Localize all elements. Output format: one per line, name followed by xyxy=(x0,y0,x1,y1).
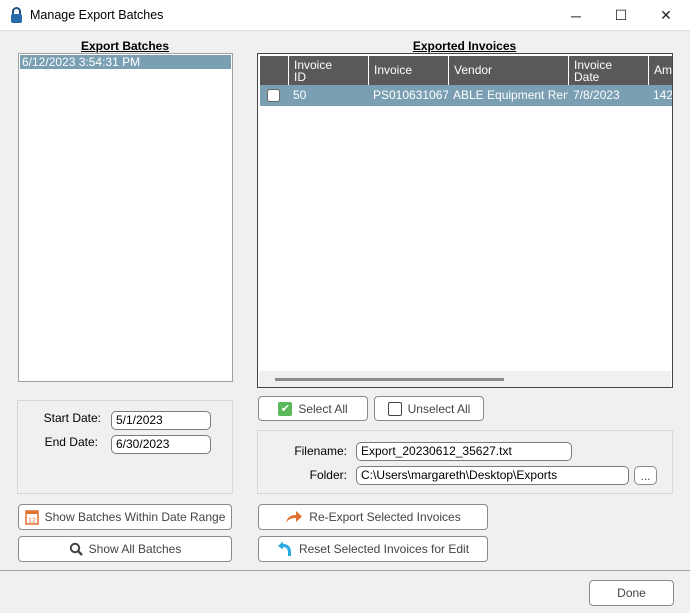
reexport-button[interactable]: Re-Export Selected Invoices xyxy=(258,504,488,530)
lock-icon xyxy=(11,7,22,23)
filename-label: Filename: xyxy=(294,444,347,458)
footer-divider xyxy=(0,570,690,571)
reset-label: Reset Selected Invoices for Edit xyxy=(298,542,470,556)
show-all-label: Show All Batches xyxy=(88,542,182,556)
grid-header: InvoiceID Invoice Vendor InvoiceDate Amo… xyxy=(260,56,672,85)
row-checkbox[interactable] xyxy=(267,89,280,102)
cell-invoice: PS010631067 xyxy=(373,88,448,102)
column-amount[interactable]: Amount xyxy=(648,56,672,85)
column-invoice-id[interactable]: Invoice ID xyxy=(288,56,368,85)
export-batches-header: Export Batches xyxy=(80,39,170,53)
cell-vendor: ABLE Equipment Ren... xyxy=(453,88,568,102)
show-range-label: Show Batches Within Date Range xyxy=(44,510,226,524)
filename-input[interactable]: Export_20230612_35627.txt xyxy=(356,442,572,461)
cell-amount: 1423 xyxy=(653,88,672,102)
folder-label: Folder: xyxy=(309,468,347,482)
select-all-button[interactable]: ✔ Select All xyxy=(258,396,368,421)
unselect-all-button[interactable]: Unselect All xyxy=(374,396,484,421)
svg-text:12: 12 xyxy=(28,518,36,525)
end-date-input[interactable]: 6/30/2023 xyxy=(111,435,211,454)
empty-checkbox-icon xyxy=(387,401,402,416)
forward-arrow-icon xyxy=(286,511,303,523)
start-date-label: Start Date: xyxy=(43,411,101,425)
end-date-label: End Date: xyxy=(44,435,98,449)
select-all-label: Select All xyxy=(298,401,348,416)
unselect-all-label: Unselect All xyxy=(407,401,471,416)
close-button[interactable]: ✕ xyxy=(643,0,689,31)
search-icon xyxy=(69,542,83,556)
batch-item[interactable]: 6/12/2023 3:54:31 PM xyxy=(20,55,231,69)
maximize-button[interactable]: ☐ xyxy=(598,0,644,31)
cell-invoice-id: 50 xyxy=(293,88,307,102)
folder-input[interactable]: C:\Users\margareth\Desktop\Exports xyxy=(356,466,629,485)
reset-button[interactable]: Reset Selected Invoices for Edit xyxy=(258,536,488,562)
title-bar: Manage Export Batches ─ ☐ ✕ xyxy=(0,0,690,31)
show-all-button[interactable]: Show All Batches xyxy=(18,536,232,562)
undo-arrow-icon xyxy=(277,541,291,556)
cell-invoice-date: 7/8/2023 xyxy=(573,88,620,102)
column-invoice[interactable]: Invoice xyxy=(368,56,448,85)
table-row[interactable]: 50 PS010631067 ABLE Equipment Ren... 7/8… xyxy=(260,85,672,106)
show-range-button[interactable]: 12 Show Batches Within Date Range xyxy=(18,504,232,530)
window-title: Manage Export Batches xyxy=(30,8,164,22)
horizontal-scrollbar[interactable] xyxy=(259,371,671,387)
scrollbar-thumb[interactable] xyxy=(275,378,504,381)
invoices-grid[interactable]: InvoiceID Invoice Vendor InvoiceDate Amo… xyxy=(257,53,673,388)
batches-list[interactable]: 6/12/2023 3:54:31 PM xyxy=(18,53,233,382)
browse-folder-button[interactable]: ... xyxy=(634,466,657,485)
done-button[interactable]: Done xyxy=(589,580,674,606)
reexport-label: Re-Export Selected Invoices xyxy=(309,510,461,524)
check-icon: ✔ xyxy=(278,401,293,416)
exported-invoices-header: Exported Invoices xyxy=(412,39,517,53)
minimize-button[interactable]: ─ xyxy=(553,0,599,31)
calendar-icon: 12 xyxy=(24,510,39,525)
column-invoice-date[interactable]: Invoice Date xyxy=(568,56,648,85)
start-date-input[interactable]: 5/1/2023 xyxy=(111,411,211,430)
column-vendor[interactable]: Vendor xyxy=(448,56,568,85)
